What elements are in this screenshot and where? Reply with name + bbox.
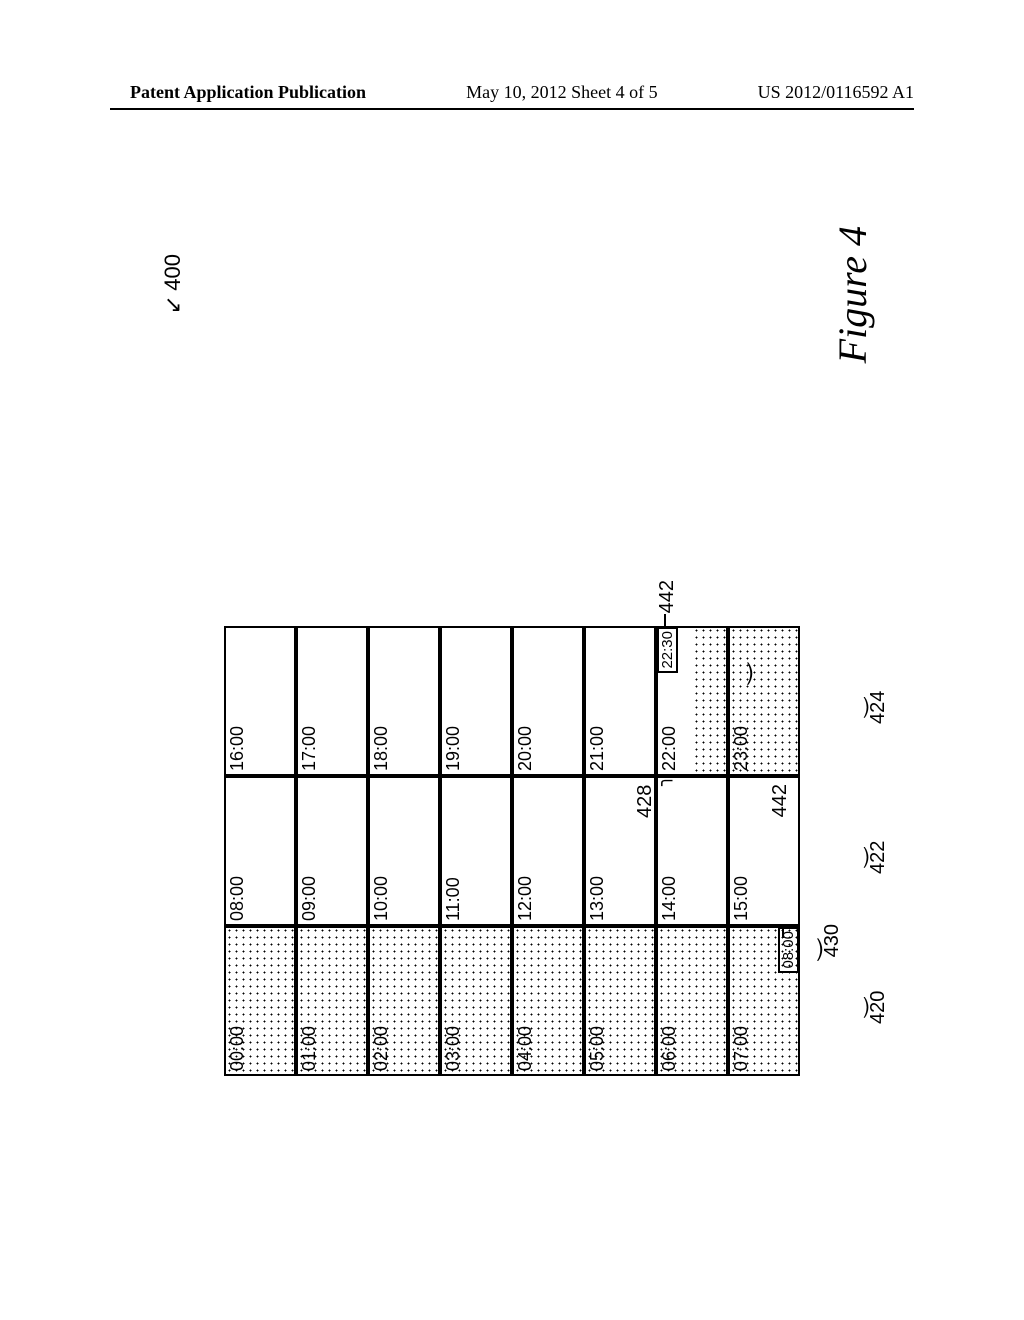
slider-evening-value: 22:30 (659, 631, 676, 669)
cell-label: 22:00 (659, 726, 680, 771)
cell-label: 20:00 (515, 726, 536, 771)
ref-442-morning-label-2: 442 (769, 784, 792, 817)
brace-icon: ⏝ (842, 697, 868, 718)
cell-label: 08:00 (227, 876, 248, 921)
cell-0600: 06:00 (656, 926, 728, 1076)
cell-label: 16:00 (227, 726, 248, 771)
ref-400-label: 400 (160, 254, 185, 291)
header-rule (110, 108, 914, 110)
figure-4: ↙ 400 00:00 08:00 16:00 01:00 09:00 17:0… (224, 296, 800, 1076)
header-left: Patent Application Publication (130, 82, 366, 103)
leader-line-icon (782, 926, 784, 938)
page-header: Patent Application Publication May 10, 2… (0, 82, 1024, 103)
cell-0200: 02:00 (368, 926, 440, 1076)
figure-caption: Figure 4 (829, 226, 876, 363)
cell-1800: 18:00 (368, 626, 440, 776)
cell-label: 01:00 (299, 1026, 320, 1071)
cell-0100: 01:00 (296, 926, 368, 1076)
slider-evening-start[interactable]: 22:30 (657, 627, 678, 673)
cell-label: 07:00 (731, 1026, 752, 1071)
cell-0300: 03:00 (440, 926, 512, 1076)
bottom-ref-row: ⏝ 420 ⏝ 422 ⏝ 424 (806, 296, 846, 1076)
leader-tick-icon: ╮ (652, 776, 673, 787)
cell-0900: 09:00 (296, 776, 368, 926)
ref-442-evening-label: 442 (656, 580, 679, 613)
header-center: May 10, 2012 Sheet 4 of 5 (466, 82, 657, 103)
cell-label: 04:00 (515, 1026, 536, 1071)
brace-icon: ⏝ (842, 847, 868, 868)
cell-1400: 14:00 (656, 776, 728, 926)
cell-2100: 21:00 (584, 626, 656, 776)
cell-label: 10:00 (371, 876, 392, 921)
cell-label: 09:00 (299, 876, 320, 921)
cell-label: 21:00 (587, 726, 608, 771)
time-grid: 00:00 08:00 16:00 01:00 09:00 17:00 02:0… (224, 296, 800, 1076)
cell-label: 14:00 (659, 876, 680, 921)
cell-label: 13:00 (587, 876, 608, 921)
arrow-icon: ↙ (160, 296, 185, 314)
cell-0400: 04:00 (512, 926, 584, 1076)
ref-400-callout: ↙ 400 (160, 254, 186, 314)
leader-line-icon (664, 614, 666, 626)
cell-label: 23:00 (731, 726, 752, 771)
cell-2200: 22:00 428 ╮ 22:30 ⏝ 442 (656, 626, 728, 776)
brace-icon: ⏝ (842, 997, 868, 1018)
cell-1000: 10:00 (368, 776, 440, 926)
header-right: US 2012/0116592 A1 (758, 82, 914, 103)
cell-1600: 16:00 (224, 626, 296, 776)
patent-page: Patent Application Publication May 10, 2… (0, 0, 1024, 1320)
cell-label: 17:00 (299, 726, 320, 771)
ref-428-label: 428 (634, 785, 657, 818)
cell-2000: 20:00 (512, 626, 584, 776)
ref-420-label: 420 (867, 991, 890, 1024)
cell-label: 06:00 (659, 1026, 680, 1071)
cell-1500: 15:00 442 (728, 776, 800, 926)
cell-label: 12:00 (515, 876, 536, 921)
cell-label: 03:00 (443, 1026, 464, 1071)
cell-label: 19:00 (443, 726, 464, 771)
cell-1200: 12:00 (512, 776, 584, 926)
cell-label: 00:00 (227, 1026, 248, 1071)
cell-label: 15:00 (731, 876, 752, 921)
cell-0000: 00:00 (224, 926, 296, 1076)
cell-1700: 17:00 (296, 626, 368, 776)
ref-422-label: 422 (867, 841, 890, 874)
cell-label: 05:00 (587, 1026, 608, 1071)
cell-0800: 08:00 (224, 776, 296, 926)
cell-label: 18:00 (371, 726, 392, 771)
cell-0700: 07:00 08:00 ⏝ 430 (728, 926, 800, 1076)
cell-2300: 23:00 (728, 626, 800, 776)
cell-1900: 19:00 (440, 626, 512, 776)
cell-label: 02:00 (371, 1026, 392, 1071)
ref-424-label: 424 (867, 691, 890, 724)
cell-1100: 11:00 (440, 776, 512, 926)
cell-0500: 05:00 (584, 926, 656, 1076)
cell-label: 11:00 (443, 878, 464, 922)
